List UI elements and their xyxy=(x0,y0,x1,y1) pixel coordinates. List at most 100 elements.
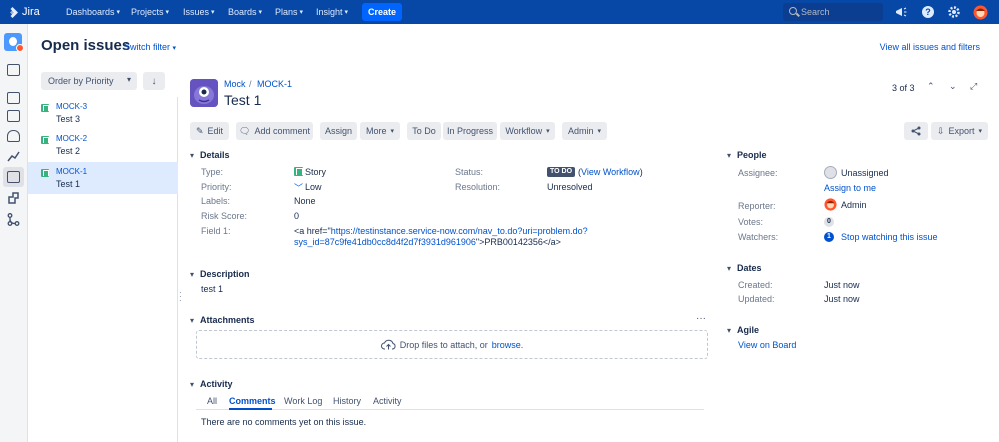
status-label: Status: xyxy=(455,167,484,177)
drop-text: Drop files to attach, or xyxy=(399,339,488,350)
nav-insight[interactable]: Insight ▾ xyxy=(316,4,348,20)
megaphone-icon xyxy=(896,7,907,17)
created-value: Just now xyxy=(824,280,860,290)
field1-value-line1: <a href="https://testinstance.service-no… xyxy=(294,226,588,236)
story-icon xyxy=(41,169,49,177)
active-tab-indicator xyxy=(229,408,272,410)
more-button[interactable]: More ▾ xyxy=(360,122,400,140)
chevron-down-icon: ▾ xyxy=(344,9,349,16)
chevron-down-icon[interactable]: ⌄ xyxy=(949,81,957,92)
profile-avatar[interactable] xyxy=(972,4,988,20)
share-button[interactable] xyxy=(904,122,928,140)
reports-list-icon[interactable] xyxy=(7,92,20,104)
search-input[interactable]: Search xyxy=(783,3,883,21)
view-all-issues-link[interactable]: View all issues and filters xyxy=(880,42,980,52)
chevron-down-icon: ▾ xyxy=(165,9,170,16)
tab-all[interactable]: All xyxy=(207,396,217,406)
tab-comments[interactable]: Comments xyxy=(229,396,276,406)
project-avatar[interactable] xyxy=(4,33,24,52)
admin-button[interactable]: Admin ▾ xyxy=(562,122,607,140)
resize-handle[interactable]: · · · xyxy=(179,289,182,305)
switch-filter-link[interactable]: Switch filter ▾ xyxy=(124,42,176,52)
agile-heading: Agile xyxy=(737,325,760,335)
assign-button[interactable]: Assign xyxy=(320,122,357,140)
jira-logo[interactable]: Jira xyxy=(6,3,40,21)
issue-pager: 3 of 3 xyxy=(892,83,915,93)
add-comment-button[interactable]: 🗨 Add comment xyxy=(236,122,313,140)
backlog-icon[interactable] xyxy=(7,64,20,76)
components-icon[interactable] xyxy=(7,192,20,204)
comment-icon: 🗨 xyxy=(239,125,251,136)
notifications-icon[interactable] xyxy=(893,4,909,20)
breadcrumb-separator: / xyxy=(249,79,252,89)
nav-projects-label: Projects xyxy=(131,7,164,17)
in-progress-transition-button[interactable]: In Progress xyxy=(443,122,497,140)
create-button[interactable]: Create xyxy=(362,3,402,21)
field1-link[interactable]: https://testinstance.service-now.com/nav… xyxy=(331,226,588,236)
nav-insight-label: Insight xyxy=(316,7,343,17)
priority-value: Low xyxy=(305,182,322,192)
description-section-header[interactable]: ▾ Description xyxy=(190,269,250,279)
nav-issues[interactable]: Issues ▾ xyxy=(183,4,215,20)
view-workflow-link[interactable]: View Workflow xyxy=(581,167,640,177)
view-on-board-link[interactable]: View on Board xyxy=(738,340,796,350)
search-icon xyxy=(789,7,797,15)
issue-title[interactable]: Test 1 xyxy=(224,92,261,108)
description-text[interactable]: test 1 xyxy=(201,284,223,294)
stop-watching-link[interactable]: Stop watching this issue xyxy=(841,232,938,242)
dates-section-header[interactable]: ▾ Dates xyxy=(727,263,762,273)
votes-badge[interactable]: 0 xyxy=(824,217,834,227)
releases-icon[interactable] xyxy=(7,130,20,142)
chevron-up-icon[interactable]: ⌃ xyxy=(927,81,935,92)
repository-icon[interactable] xyxy=(7,213,20,226)
user-avatar-icon xyxy=(973,5,987,19)
issue-key: MOCK-2 xyxy=(56,134,88,143)
expand-icon[interactable]: ⤢ xyxy=(970,81,977,92)
more-options-icon[interactable]: ··· xyxy=(696,313,706,324)
share-icon xyxy=(911,126,921,136)
issue-list-item[interactable]: MOCK-3 Test 3 xyxy=(28,97,178,129)
people-section-header[interactable]: ▾ People xyxy=(727,150,767,160)
votes-label: Votes: xyxy=(738,217,764,227)
sort-direction-button[interactable]: ↓ xyxy=(143,72,165,90)
story-icon xyxy=(41,136,49,144)
agile-section-header[interactable]: ▾ Agile xyxy=(727,325,759,335)
chart-icon[interactable] xyxy=(7,150,20,162)
field1-link-continued[interactable]: sys_id=87c9fe41db0cc8d4f2d7f3931d961906 xyxy=(294,237,476,247)
attachments-section-header[interactable]: ▾ Attachments xyxy=(190,315,255,325)
export-button[interactable]: ⇩ Export ▾ xyxy=(931,122,988,140)
jira-app: Jira Dashboards ▾ Projects ▾ Issues ▾ Board… xyxy=(0,0,999,442)
watchers-badge[interactable]: 1 xyxy=(824,232,834,242)
workflow-button[interactable]: Workflow ▾ xyxy=(500,122,555,140)
admin-label: Admin xyxy=(567,126,594,136)
page-title: Open issues xyxy=(41,37,131,54)
nav-boards[interactable]: Boards ▾ xyxy=(228,4,262,20)
help-circle-icon: ? xyxy=(922,6,934,18)
help-icon[interactable]: ? xyxy=(920,4,936,20)
settings-icon[interactable] xyxy=(946,4,962,20)
order-by-dropdown[interactable]: Order by Priority ▾ xyxy=(41,72,137,90)
board-icon[interactable] xyxy=(7,110,20,122)
left-sidebar xyxy=(0,24,28,442)
details-section-header[interactable]: ▾ Details xyxy=(190,150,230,160)
issues-nav-icon[interactable] xyxy=(3,167,24,187)
nav-plans[interactable]: Plans ▾ xyxy=(275,4,303,20)
tab-history[interactable]: History xyxy=(333,396,361,406)
edit-button[interactable]: ✎ Edit xyxy=(190,122,229,140)
issue-list-item-selected[interactable]: MOCK-1 Test 1 xyxy=(28,162,178,194)
todo-label: To Do xyxy=(412,126,436,136)
issue-list-item[interactable]: MOCK-2 Test 2 xyxy=(28,129,178,161)
assign-to-me-link[interactable]: Assign to me xyxy=(824,183,876,193)
tab-work-log[interactable]: Work Log xyxy=(284,396,322,406)
nav-dashboards[interactable]: Dashboards ▾ xyxy=(66,4,120,20)
browse-link[interactable]: browse. xyxy=(492,340,524,350)
type-value: Story xyxy=(305,167,327,177)
todo-transition-button[interactable]: To Do xyxy=(407,122,441,140)
nav-projects[interactable]: Projects ▾ xyxy=(131,4,169,20)
created-label: Created: xyxy=(738,280,773,290)
breadcrumb-project[interactable]: Mock xyxy=(224,79,246,89)
activity-section-header[interactable]: ▾ Activity xyxy=(190,379,233,389)
breadcrumb-issue-key[interactable]: MOCK-1 xyxy=(257,79,292,89)
attachment-dropzone[interactable]: Drop files to attach, or browse. xyxy=(196,330,708,359)
tab-activity[interactable]: Activity xyxy=(373,396,402,406)
